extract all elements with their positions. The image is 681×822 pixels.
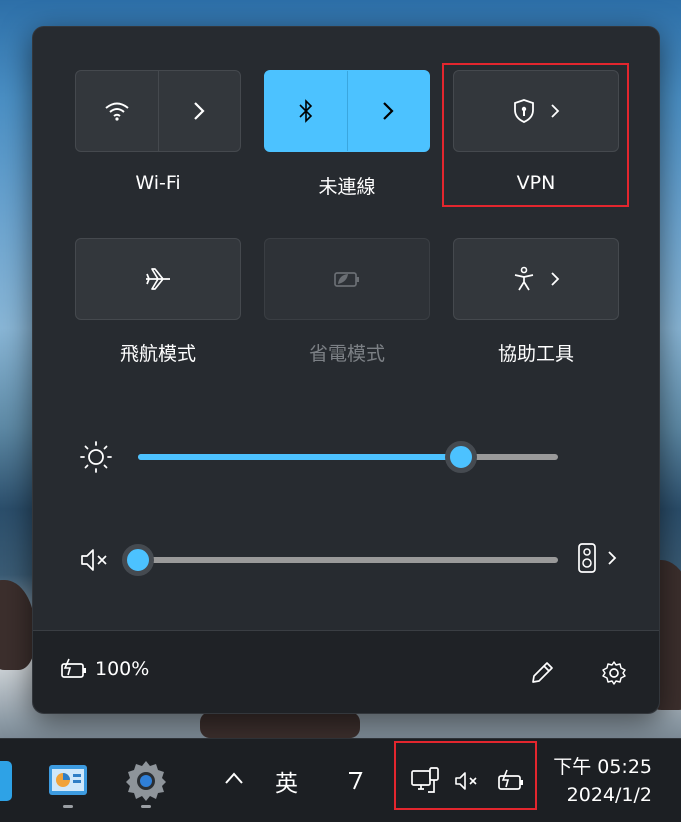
battery-saver-icon (334, 272, 359, 287)
volume-track (138, 557, 558, 563)
volume-thumb[interactable] (122, 544, 154, 576)
taskbar-app-settings[interactable] (124, 759, 168, 808)
bluetooth-icon (299, 99, 312, 123)
wifi-expand-button[interactable] (159, 71, 241, 151)
brightness-fill (138, 454, 461, 460)
settings-gear-icon[interactable] (601, 660, 627, 686)
accessibility-tile[interactable] (453, 238, 619, 320)
wifi-tile[interactable] (75, 70, 241, 152)
chevron-up-icon[interactable] (224, 771, 244, 785)
airplane-icon (146, 268, 170, 290)
wallpaper-rock (0, 580, 35, 670)
battery-saver-label: 省電模式 (308, 343, 385, 365)
taskbar: 英 下午 05:25 2024/1/2 (0, 738, 681, 822)
bluetooth-expand-button[interactable] (348, 71, 430, 151)
clock[interactable]: 下午 05:25 2024/1/2 (548, 753, 652, 809)
accessibility-icon (514, 266, 534, 291)
airplane-mode-label: 飛航模式 (119, 343, 196, 365)
battery-percentage: 100% (95, 658, 150, 680)
ime-bopomofo-icon (349, 772, 363, 790)
wifi-toggle[interactable] (76, 71, 158, 151)
battery-status[interactable]: 100% (59, 658, 149, 680)
chevron-right-icon (383, 102, 394, 120)
control-panel-icon (49, 765, 87, 795)
brightness-slider[interactable] (138, 441, 558, 473)
wallpaper-rock (200, 712, 360, 738)
wifi-label: Wi-Fi (135, 172, 181, 194)
bluetooth-toggle[interactable] (265, 71, 347, 151)
brightness-icon (80, 441, 112, 473)
edit-pencil-icon[interactable] (529, 660, 555, 686)
clock-date: 2024/1/2 (566, 784, 652, 806)
battery-saver-tile[interactable] (264, 238, 430, 320)
ime-mode-indicator[interactable] (346, 769, 366, 791)
brightness-thumb[interactable] (445, 441, 477, 473)
bluetooth-label: 未連線 (318, 176, 376, 198)
running-indicator (141, 805, 151, 808)
wifi-icon (105, 102, 129, 121)
chevron-right-icon (551, 272, 560, 286)
accessibility-label: 協助工具 (497, 343, 574, 365)
taskbar-app-partial[interactable] (0, 761, 12, 801)
volume-slider[interactable] (122, 544, 558, 576)
tray-highlight-box (394, 741, 537, 810)
audio-device-icon (578, 543, 596, 573)
settings-app-icon (126, 761, 166, 801)
audio-output-button[interactable] (577, 542, 617, 574)
running-indicator (63, 805, 73, 808)
ime-language-indicator[interactable]: 英 (275, 764, 298, 798)
battery-charging-icon (61, 658, 86, 678)
quick-settings-footer: 100% (33, 630, 659, 713)
chevron-right-icon (194, 102, 205, 120)
speaker-muted-icon[interactable] (79, 546, 111, 574)
clock-time: 下午 05:25 (553, 756, 652, 778)
airplane-mode-tile[interactable] (75, 238, 241, 320)
taskbar-app-control-panel[interactable] (46, 761, 90, 808)
vpn-highlight-box (442, 63, 629, 207)
bluetooth-tile[interactable] (264, 70, 430, 152)
chevron-right-icon (608, 551, 617, 565)
